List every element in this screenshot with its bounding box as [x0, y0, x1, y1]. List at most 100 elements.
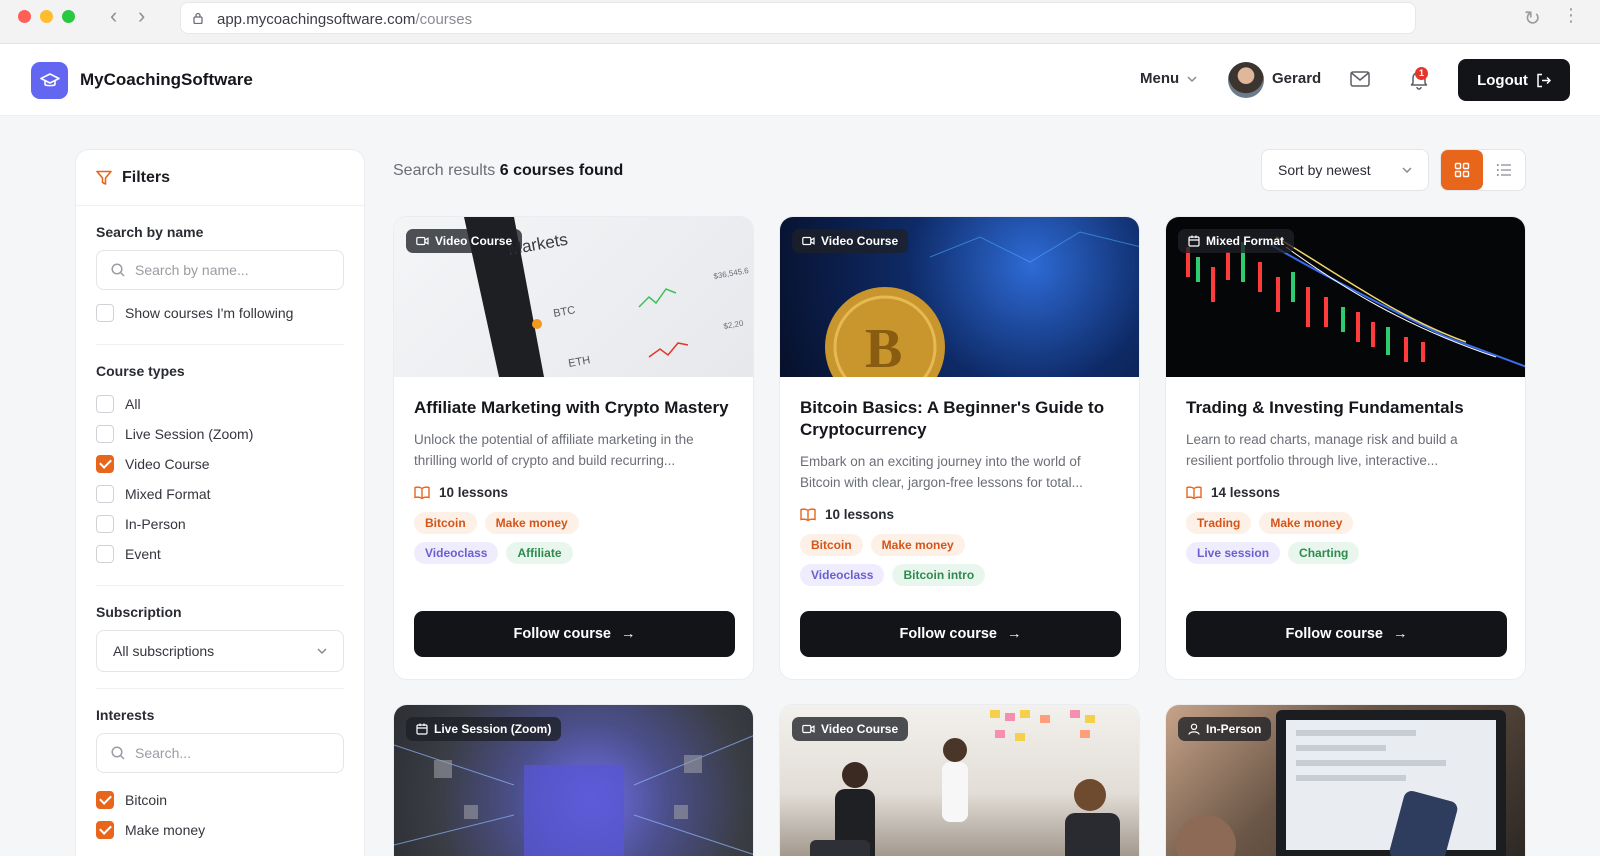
lesson-count-label: 10 lessons: [825, 507, 895, 522]
list-view-button[interactable]: [1483, 150, 1525, 190]
course-title[interactable]: Bitcoin Basics: A Beginner's Guide to Cr…: [800, 397, 1119, 441]
tag-badge[interactable]: Make money: [870, 534, 965, 556]
course-type-checkbox-row[interactable]: In-Person: [96, 509, 344, 539]
lesson-count: 10 lessons: [414, 485, 733, 500]
course-type-checkbox-row[interactable]: Live Session (Zoom): [96, 419, 344, 449]
interest-checkbox[interactable]: [96, 791, 114, 809]
address-bar[interactable]: app.mycoachingsoftware.com/courses: [180, 2, 1416, 34]
course-type-checkbox[interactable]: [96, 485, 114, 503]
filters-panel: Filters Search by name Search by name...…: [75, 149, 365, 856]
back-arrow-icon[interactable]: ‹: [110, 4, 117, 28]
course-title[interactable]: Trading & Investing Fundamentals: [1186, 397, 1505, 419]
course-type-checkbox-row[interactable]: Mixed Format: [96, 479, 344, 509]
grid-view-button[interactable]: [1441, 150, 1483, 190]
search-icon: [111, 746, 125, 760]
course-type-checkbox-row[interactable]: All: [96, 389, 344, 419]
interest-checkbox-row[interactable]: Bitcoin: [96, 785, 344, 815]
tag-badge[interactable]: Bitcoin: [800, 534, 863, 556]
tag-badge[interactable]: Charting: [1288, 542, 1360, 564]
tag-badge[interactable]: Videoclass: [414, 542, 499, 564]
course-card: Mixed Format Trading & Investing Fundame…: [1165, 216, 1526, 680]
filter-icon: [96, 170, 112, 185]
chevron-down-icon: [1187, 75, 1197, 82]
course-thumbnail[interactable]: B Video Course: [780, 217, 1139, 377]
tag-list: Bitcoin Make money Videoclass Bitcoin intro: [800, 534, 1050, 586]
tag-badge[interactable]: Make money: [484, 512, 579, 534]
course-type-checkbox-row[interactable]: Video Course: [96, 449, 344, 479]
user-name[interactable]: Gerard: [1272, 70, 1321, 87]
forward-arrow-icon[interactable]: ›: [138, 4, 145, 28]
interest-checkbox-row[interactable]: Make money: [96, 815, 344, 845]
course-type-checkbox[interactable]: [96, 515, 114, 533]
tag-badge[interactable]: Bitcoin: [414, 512, 477, 534]
user-icon: [1188, 723, 1200, 735]
format-label: In-Person: [1206, 722, 1262, 736]
more-options-icon[interactable]: ⋮: [1562, 5, 1580, 26]
course-type-checkbox[interactable]: [96, 455, 114, 473]
subscription-select[interactable]: All subscriptions: [96, 630, 344, 672]
following-checkbox-row[interactable]: Show courses I'm following: [96, 298, 344, 328]
calendar-icon: [1188, 235, 1200, 247]
course-title[interactable]: Affiliate Marketing with Crypto Mastery: [414, 397, 733, 419]
logout-button[interactable]: Logout: [1458, 59, 1570, 101]
interests-placeholder: Search...: [135, 745, 192, 761]
course-thumbnail[interactable]: Video Course: [780, 705, 1139, 856]
candlesticks: [1186, 242, 1425, 362]
mail-icon[interactable]: [1350, 71, 1370, 87]
logo[interactable]: [31, 62, 68, 99]
tag-badge[interactable]: Live session: [1186, 542, 1281, 564]
course-type-label: Video Course: [125, 456, 210, 472]
follow-course-button[interactable]: Follow course →: [414, 611, 735, 657]
tag-badge[interactable]: Videoclass: [800, 564, 885, 586]
tag-badge[interactable]: Affiliate: [506, 542, 573, 564]
course-type-label: Mixed Format: [125, 486, 211, 502]
follow-course-button[interactable]: Follow course →: [800, 611, 1121, 657]
lesson-count-label: 10 lessons: [439, 485, 509, 500]
brand-name[interactable]: MyCoachingSoftware: [80, 70, 253, 90]
course-thumbnail[interactable]: In-Person: [1166, 705, 1525, 856]
window-minimize-button[interactable]: [40, 10, 53, 23]
format-badge: Video Course: [792, 717, 909, 741]
tag-badge[interactable]: Make money: [1259, 512, 1354, 534]
interests-list: Bitcoin Make money: [96, 785, 344, 845]
course-type-checkbox[interactable]: [96, 395, 114, 413]
course-type-checkbox[interactable]: [96, 545, 114, 563]
reload-icon[interactable]: ↻: [1524, 6, 1541, 31]
results-prefix: Search results: [393, 162, 496, 179]
video-camera-icon: [416, 236, 429, 246]
tag-badge[interactable]: Trading: [1186, 512, 1252, 534]
menu-dropdown[interactable]: Menu: [1140, 70, 1197, 87]
format-badge: Live Session (Zoom): [406, 717, 562, 741]
follow-course-button[interactable]: Follow course →: [1186, 611, 1507, 657]
subscription-value: All subscriptions: [113, 643, 215, 659]
svg-text:B: B: [865, 318, 902, 377]
sort-select[interactable]: Sort by newest: [1261, 149, 1429, 191]
interests-search-input[interactable]: Search...: [96, 733, 344, 773]
course-thumbnail[interactable]: Live Session (Zoom): [394, 705, 753, 856]
course-type-checkbox[interactable]: [96, 425, 114, 443]
course-type-label: In-Person: [125, 516, 186, 532]
course-types-list: All Live Session (Zoom) Video Course Mixed …: [96, 389, 344, 569]
search-by-name-input[interactable]: Search by name...: [96, 250, 344, 290]
results-count: 6 courses found: [499, 162, 624, 179]
avatar[interactable]: [1228, 62, 1264, 98]
interest-checkbox[interactable]: [96, 821, 114, 839]
divider: [96, 585, 344, 586]
window-close-button[interactable]: [18, 10, 31, 23]
view-toggle: [1440, 149, 1526, 191]
book-icon: [414, 486, 430, 499]
format-label: Video Course: [821, 234, 899, 248]
follow-course-label: Follow course: [1285, 626, 1384, 642]
course-thumbnail[interactable]: Mixed Format: [1166, 217, 1525, 377]
search-by-name-label: Search by name: [96, 224, 204, 240]
video-camera-icon: [802, 236, 815, 246]
video-camera-icon: [802, 724, 815, 734]
window-maximize-button[interactable]: [62, 10, 75, 23]
book-icon: [1186, 486, 1202, 499]
following-checkbox[interactable]: [96, 304, 114, 322]
course-thumbnail[interactable]: Markets BTC ETH $36,545.6 $2,20 Video Co…: [394, 217, 753, 377]
tag-badge[interactable]: Bitcoin intro: [892, 564, 986, 586]
course-type-checkbox-row[interactable]: Event: [96, 539, 344, 569]
format-badge: Mixed Format: [1178, 229, 1295, 253]
book-icon: [800, 508, 816, 521]
